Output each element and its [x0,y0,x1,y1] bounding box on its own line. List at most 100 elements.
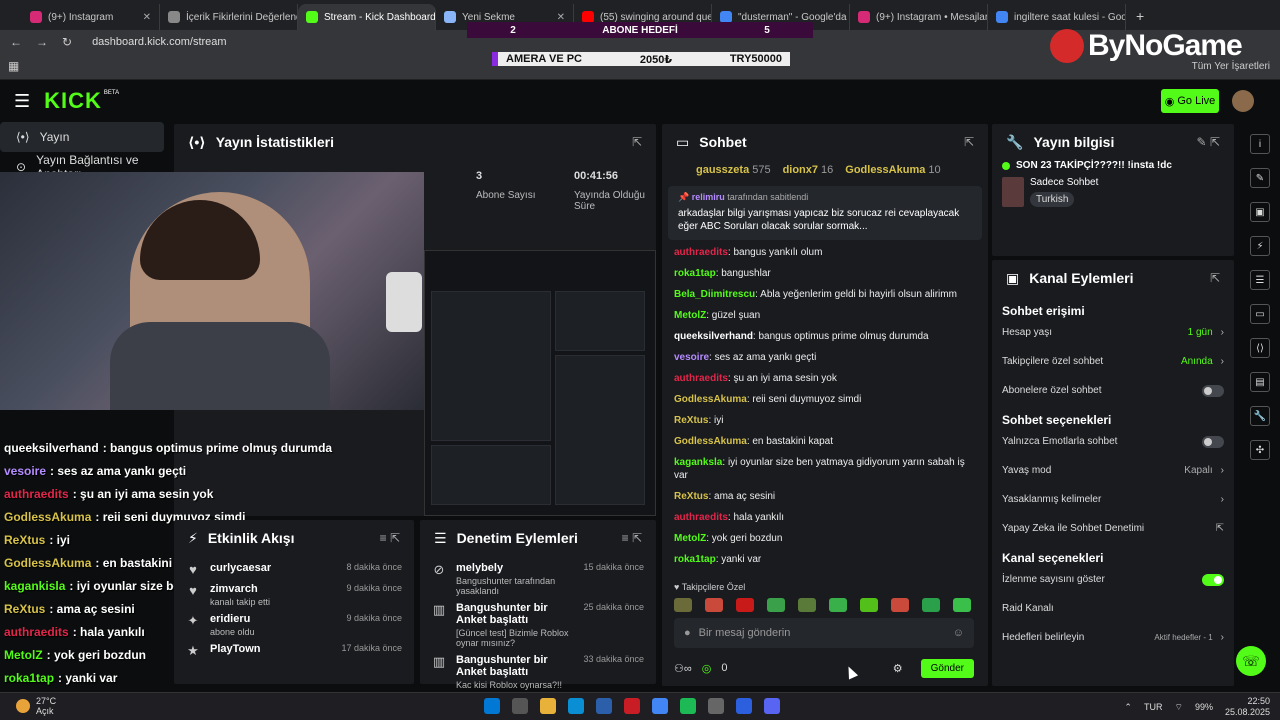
hamburger-menu-icon[interactable]: ☰ [14,91,30,112]
tray-up-icon[interactable]: ⌃ [1124,702,1132,713]
chat-username[interactable]: kaganksla [674,457,722,468]
emote-icon[interactable] [829,598,847,612]
weather-widget[interactable]: 27°C Açık [16,696,56,716]
side-nav-item[interactable]: ⟨•⟩ Yayın [0,122,164,152]
taskbar-app-icon[interactable] [624,698,640,714]
taskbar-app-icon[interactable] [764,698,780,714]
emote-only-toggle[interactable] [1202,435,1224,448]
taskbar-app-icon[interactable] [596,698,612,714]
emote-icon[interactable] [953,598,971,612]
stats-icon[interactable]: ⟨⟩ [1250,338,1270,358]
browser-tab[interactable]: (9+) Instagram ✕ [22,4,160,30]
list-icon[interactable]: ☰ [1250,270,1270,290]
filter-icon[interactable]: ≡ ⇱ [380,531,400,545]
popout-icon[interactable]: ⇱ [1210,271,1220,285]
taskbar-app-icon[interactable] [540,698,556,714]
pinned-message[interactable]: 📌 relimiru tarafından sabitlendi arkadaş… [668,186,982,240]
users-icon[interactable]: ⚇∞ [674,662,692,675]
leader-name: GodlessAkuma [845,164,926,176]
taskbar-app-icon[interactable] [652,698,668,714]
edit-icon[interactable]: ✎ ⇱ [1197,135,1220,149]
user-avatar[interactable] [1232,90,1254,112]
emote-icon[interactable] [922,598,940,612]
viewer-count-toggle[interactable] [1202,573,1224,586]
raid-row[interactable]: Raid Kanalı [992,594,1234,623]
browser-tab[interactable]: İçerik Fikirlerini Değerlendi✕ [160,4,298,30]
chat-username[interactable]: GodlessAkuma [674,394,747,405]
chat-username[interactable]: ReXtus [674,491,708,502]
kick-logo[interactable]: KICK [44,88,102,114]
chat-username[interactable]: Bela_Diimitrescu [674,289,755,300]
slow-mode-row[interactable]: Yavaş mod Kapalı › [992,456,1234,485]
taskbar-app-icon[interactable] [512,698,528,714]
go-live-button[interactable]: ◉ Go Live [1161,89,1219,113]
emote-icon[interactable] [705,598,723,612]
chat-username[interactable]: authraedits [674,512,728,523]
chat-mode-icon[interactable]: ● [684,627,691,639]
chat-username[interactable]: authraedits [674,373,728,384]
popout-icon[interactable]: ⇱ [964,135,974,149]
chat-username[interactable]: MetolZ [674,310,706,321]
chat-icon[interactable]: ▭ [1250,304,1270,324]
wrench-icon[interactable]: 🔧 [1250,406,1270,426]
apps-icon[interactable]: ✣ [1250,440,1270,460]
emoji-icon[interactable]: ☺ [953,627,964,639]
reload-icon[interactable]: ↻ [62,35,72,49]
leader-entry[interactable]: dionx7 16 [783,164,834,176]
emote-icon[interactable] [736,598,754,612]
taskbar-app-icon[interactable] [680,698,696,714]
ai-moderation-row[interactable]: Yapay Zeka ile Sohbet Denetimi ⇱ [992,514,1234,543]
forward-icon[interactable]: → [36,35,48,49]
chat-options-heading: Sohbet seçenekleri [1002,413,1112,427]
chat-username[interactable]: roka1tap [674,554,716,565]
chat-username[interactable]: GodlessAkuma [674,436,747,447]
browser-tab[interactable]: ingiltere saat kulesi - Goo✕ [988,4,1126,30]
browser-tab[interactable]: (9+) Instagram • Mesajlar✕ [850,4,988,30]
emote-icon[interactable] [798,598,816,612]
media-icon[interactable]: ▣ [1250,202,1270,222]
url-field[interactable]: dashboard.kick.com/stream [92,36,227,48]
browser-tab[interactable]: Stream - Kick Dashboard✕ [298,4,436,30]
taskbar-app-icon[interactable] [568,698,584,714]
info-icon[interactable]: i [1250,134,1270,154]
layout-icon[interactable]: ▤ [1250,372,1270,392]
chat-username[interactable]: queeksilverhand [674,331,753,342]
banned-words-row[interactable]: Yasaklanmış kelimeler › [992,485,1234,514]
taskbar-app-icon[interactable] [708,698,724,714]
subs-only-toggle[interactable] [1202,384,1224,397]
taskbar-app-icon[interactable] [484,698,500,714]
chat-username[interactable]: authraedits [674,247,728,258]
back-icon[interactable]: ← [10,35,22,49]
goals-row[interactable]: Hedefleri belirleyin Aktif hedefler - 1 › [992,623,1234,652]
support-icon[interactable]: ☏ [1236,646,1266,676]
popout-icon[interactable]: ⇱ [632,135,642,149]
new-tab-icon[interactable]: + [1136,8,1144,24]
chat-username[interactable]: vesoire [674,352,709,363]
settings-gear-icon[interactable]: ⚙ [893,662,903,675]
wifi-icon[interactable]: ⌔ [1174,702,1182,713]
chat-username[interactable]: roka1tap [674,268,716,279]
filter-icon[interactable]: ≡ ⇱ [622,531,642,545]
bolt-icon[interactable]: ⚡ [1250,236,1270,256]
taskbar-app-icon[interactable] [736,698,752,714]
chat-message: MetolZ: yok geri bozdun [674,533,783,544]
leader-entry[interactable]: GodlessAkuma 10 [845,164,940,176]
tab-close-icon[interactable]: ✕ [143,12,151,23]
battery-level[interactable]: 99% [1195,702,1213,712]
chat-username[interactable]: MetolZ [674,533,706,544]
chat-username[interactable]: ReXtus [674,415,708,426]
emote-icon[interactable] [674,598,692,612]
leader-entry[interactable]: gausszeta 575 [696,164,771,176]
apps-icon[interactable]: ▦ [8,59,19,73]
account-age-row[interactable]: Hesap yaşı 1 gün › [992,318,1234,347]
send-button[interactable]: Gönder [920,658,974,678]
tab-close-icon[interactable]: ✕ [557,12,565,23]
emote-icon[interactable] [891,598,909,612]
followers-only-row[interactable]: Takipçilere özel sohbet Anında › [992,347,1234,376]
clock[interactable]: 22:50 25.08.2025 [1225,696,1270,718]
emote-icon[interactable] [767,598,785,612]
chat-input[interactable]: ● Bir mesaj gönderin ☺ [674,618,974,648]
language-indicator[interactable]: TUR [1144,702,1163,712]
pen-icon[interactable]: ✎ [1250,168,1270,188]
emote-icon[interactable] [860,598,878,612]
